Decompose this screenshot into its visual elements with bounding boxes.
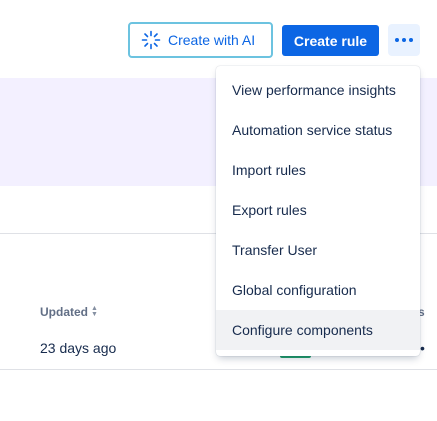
sort-icon: ▲ ▼ <box>91 305 98 318</box>
create-with-ai-button[interactable]: Create with AI <box>128 22 273 58</box>
more-dot <box>402 38 406 42</box>
menu-item-transfer-user[interactable]: Transfer User <box>216 230 420 270</box>
menu-item-export-rules[interactable]: Export rules <box>216 190 420 230</box>
more-dot <box>409 38 413 42</box>
sparkle-icon <box>141 30 161 50</box>
menu-item-import-rules[interactable]: Import rules <box>216 150 420 190</box>
divider <box>0 369 437 370</box>
more-actions-menu: View performance insights Automation ser… <box>216 66 420 356</box>
create-rule-button[interactable]: Create rule <box>282 25 379 56</box>
menu-item-global-configuration[interactable]: Global configuration <box>216 270 420 310</box>
more-actions-button[interactable] <box>388 24 420 56</box>
create-with-ai-label: Create with AI <box>168 32 256 48</box>
more-horizontal-icon <box>395 38 399 42</box>
column-header-updated[interactable]: Updated ▲ ▼ <box>40 305 98 319</box>
column-header-updated-label: Updated <box>40 305 88 319</box>
menu-item-view-performance-insights[interactable]: View performance insights <box>216 70 420 110</box>
menu-item-automation-service-status[interactable]: Automation service status <box>216 110 420 150</box>
menu-item-configure-components[interactable]: Configure components <box>216 310 420 350</box>
table-cell-updated: 23 days ago <box>40 340 117 356</box>
table-cell-fragment: • <box>420 340 425 356</box>
